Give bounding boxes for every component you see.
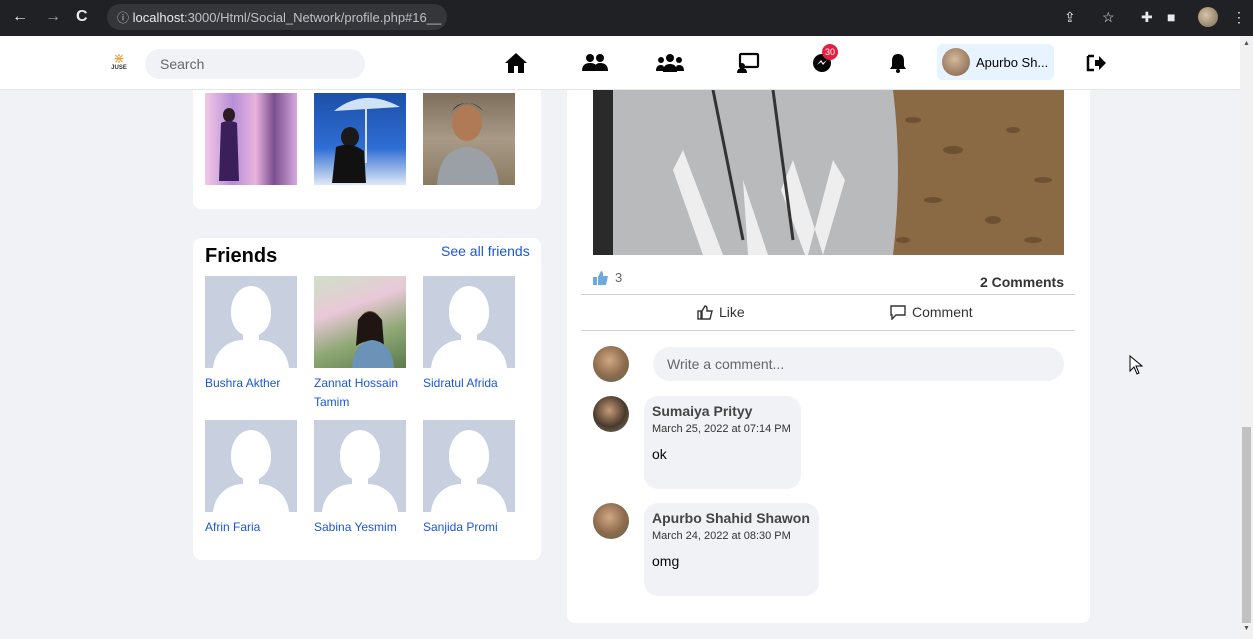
scrollbar-thumb[interactable] bbox=[1242, 427, 1251, 623]
friend-avatar[interactable] bbox=[423, 276, 515, 368]
post-image[interactable] bbox=[593, 90, 1064, 255]
friend-name[interactable]: Sanjida Promi bbox=[423, 518, 515, 537]
comment-text: ok bbox=[652, 446, 667, 462]
friend-item[interactable]: Bushra Akther bbox=[205, 276, 297, 393]
friend-avatar[interactable] bbox=[205, 420, 297, 512]
friend-name[interactable]: Afrin Faria bbox=[205, 518, 297, 537]
divider bbox=[581, 330, 1075, 331]
friends-icon[interactable] bbox=[581, 50, 609, 76]
comment-bubble: Apurbo Shahid Shawon March 24, 2022 at 0… bbox=[644, 503, 819, 596]
friend-item[interactable]: Zannat Hossain Tamim bbox=[314, 276, 406, 412]
logout-icon[interactable] bbox=[1082, 50, 1110, 76]
site-logo[interactable]: ⋇ JUSE bbox=[106, 50, 132, 76]
star-icon[interactable]: ☆ bbox=[1102, 9, 1115, 26]
messages-badge: 30 bbox=[822, 44, 838, 60]
groups-icon[interactable] bbox=[656, 50, 684, 76]
top-navbar: ⋇ JUSE 30 Apurbo Sh... bbox=[0, 36, 1240, 90]
friend-avatar[interactable] bbox=[314, 276, 406, 368]
scroll-down-arrow-icon[interactable]: ▼ bbox=[1243, 625, 1250, 632]
forward-arrow-icon[interactable]: → bbox=[45, 8, 61, 26]
comment-bubble: Sumaiya Prityy March 25, 2022 at 07:14 P… bbox=[644, 396, 801, 489]
notifications-bell-icon[interactable] bbox=[884, 50, 912, 76]
comment-author[interactable]: Sumaiya Prityy bbox=[652, 403, 793, 419]
friends-heading: Friends bbox=[205, 245, 278, 267]
messenger-icon[interactable]: 30 bbox=[808, 44, 838, 76]
friends-card: Friends See all friends Bushra Akther Za… bbox=[193, 238, 541, 560]
divider bbox=[581, 294, 1075, 295]
comment-text: omg bbox=[652, 553, 680, 569]
watch-icon[interactable] bbox=[734, 50, 762, 76]
url-host: localhost bbox=[132, 10, 184, 25]
friend-avatar[interactable] bbox=[314, 420, 406, 512]
avatar bbox=[942, 48, 970, 76]
side-panel-icon[interactable]: ■ bbox=[1167, 9, 1175, 25]
like-count[interactable]: 3 bbox=[593, 270, 622, 285]
like-button[interactable]: Like bbox=[697, 304, 745, 320]
home-icon[interactable] bbox=[502, 50, 530, 76]
site-info-icon[interactable]: ⓘ bbox=[117, 11, 129, 25]
friend-item[interactable]: Sidratul Afrida bbox=[423, 276, 515, 393]
mouse-cursor-icon bbox=[1129, 354, 1144, 380]
avatar bbox=[593, 346, 629, 382]
profile-chip[interactable]: Apurbo Sh... bbox=[937, 44, 1054, 80]
comment-time: March 24, 2022 at 08:30 PM bbox=[652, 530, 791, 542]
thumbs-up-icon bbox=[593, 270, 608, 285]
comment-author[interactable]: Apurbo Shahid Shawon bbox=[652, 510, 811, 526]
like-label: Like bbox=[719, 304, 745, 320]
page-scrollbar[interactable]: ▲ ▼ bbox=[1240, 36, 1253, 639]
friend-avatar[interactable] bbox=[205, 276, 297, 368]
photo-thumbnail[interactable] bbox=[423, 93, 515, 185]
friend-name[interactable]: Sabina Yesmim bbox=[314, 518, 406, 537]
logo-mark-icon: ⋇ bbox=[113, 50, 125, 66]
friend-item[interactable]: Sanjida Promi bbox=[423, 420, 515, 537]
reload-icon[interactable]: C bbox=[76, 8, 88, 26]
see-all-friends-link[interactable]: See all friends bbox=[441, 243, 530, 259]
comment-label: Comment bbox=[912, 304, 973, 320]
like-count-value: 3 bbox=[615, 270, 623, 285]
friend-item[interactable]: Sabina Yesmim bbox=[314, 420, 406, 537]
friend-name[interactable]: Bushra Akther bbox=[205, 374, 297, 393]
search-input[interactable] bbox=[145, 49, 365, 79]
browser-toolbar: ← → C ⓘ localhost:3000/Html/Social_Netwo… bbox=[0, 0, 1253, 36]
post-card: 3 2 Comments Like Comment Sumaiya Prityy… bbox=[567, 90, 1090, 623]
menu-dots-icon[interactable]: ⋮ bbox=[1232, 9, 1246, 26]
comment-button[interactable]: Comment bbox=[890, 304, 973, 320]
photo-thumbnail[interactable] bbox=[205, 93, 297, 185]
avatar[interactable] bbox=[593, 396, 629, 432]
logo-text: JUSE bbox=[111, 65, 127, 71]
thumbs-up-outline-icon bbox=[697, 304, 713, 320]
comment-time: March 25, 2022 at 07:14 PM bbox=[652, 423, 791, 435]
share-icon[interactable]: ⇪ bbox=[1064, 9, 1076, 26]
photo-thumbnail[interactable] bbox=[314, 93, 406, 185]
browser-profile-avatar[interactable] bbox=[1198, 7, 1218, 27]
photos-card bbox=[193, 90, 541, 209]
scroll-up-arrow-icon[interactable]: ▲ bbox=[1243, 40, 1250, 47]
friend-item[interactable]: Afrin Faria bbox=[205, 420, 297, 537]
comments-count[interactable]: 2 Comments bbox=[980, 274, 1064, 290]
profile-name: Apurbo Sh... bbox=[976, 54, 1049, 70]
friend-avatar[interactable] bbox=[423, 420, 515, 512]
url-path: :3000/Html/Social_Network/profile.php#16… bbox=[183, 10, 442, 25]
friend-name[interactable]: Sidratul Afrida bbox=[423, 374, 515, 393]
address-bar[interactable]: ⓘ localhost:3000/Html/Social_Network/pro… bbox=[107, 4, 447, 30]
back-arrow-icon[interactable]: ← bbox=[12, 8, 28, 26]
comment-input[interactable] bbox=[653, 347, 1064, 381]
comment-icon bbox=[890, 304, 906, 320]
extensions-icon[interactable]: ✚ bbox=[1141, 9, 1153, 26]
avatar[interactable] bbox=[593, 503, 629, 539]
friend-name[interactable]: Zannat Hossain Tamim bbox=[314, 374, 406, 412]
